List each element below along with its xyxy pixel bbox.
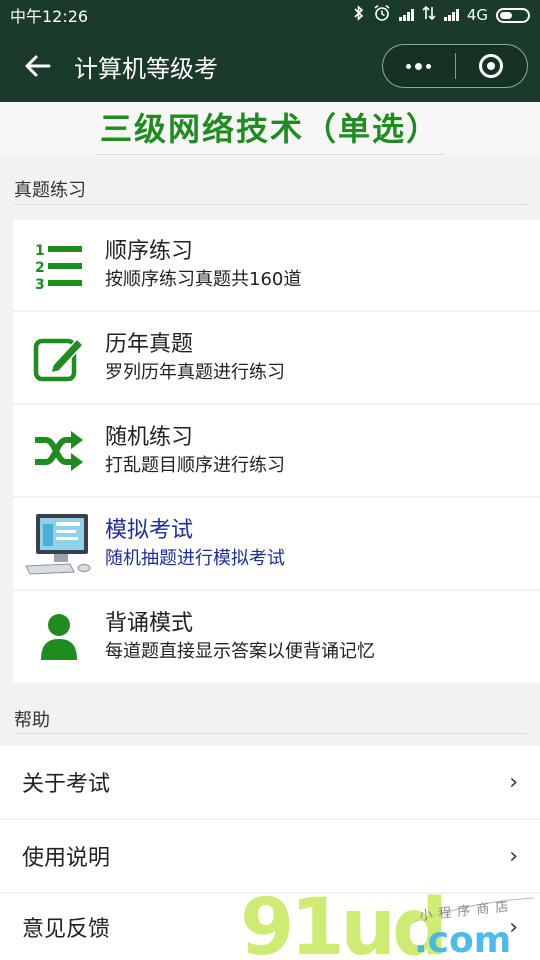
status-time: 中午12:26 [10, 7, 89, 26]
computer-icon [13, 512, 105, 576]
practice-item-memorize[interactable]: 背诵模式 每道题直接显示答案以便背诵记忆 [13, 591, 540, 683]
back-arrow-icon [25, 55, 51, 77]
watermark-logo: 91ud .com 小程序商店 [238, 883, 540, 960]
edit-icon [13, 333, 105, 383]
data-transfer-icon [422, 5, 436, 25]
status-bar: 中午12:26 4G [0, 0, 540, 30]
item-title: 顺序练习 [105, 239, 194, 264]
item-title: 背诵模式 [105, 611, 194, 636]
svg-text:3: 3 [35, 277, 45, 290]
more-dots-icon [406, 62, 432, 70]
signal-icon-2 [443, 9, 459, 21]
shuffle-icon [13, 429, 105, 473]
navigation-bar: 计算机等级考 [0, 30, 540, 102]
item-subtitle: 罗列历年真题进行练习 [105, 361, 285, 383]
more-button[interactable] [383, 44, 455, 88]
target-icon [479, 54, 504, 78]
bluetooth-icon [353, 5, 365, 25]
practice-item-mock-exam[interactable]: 模拟考试 随机抽题进行模拟考试 [13, 498, 540, 589]
banner: 三级网络技术（单选） [0, 102, 540, 156]
help-item-instructions[interactable]: 使用说明 › [0, 820, 540, 892]
exam-title: 三级网络技术（单选） [95, 104, 444, 155]
chevron-right-icon: › [509, 769, 518, 795]
practice-item-sequential[interactable]: 1 2 3 顺序练习 按顺序练习真题共160道 [13, 220, 540, 310]
alarm-icon [373, 4, 391, 26]
section-label-help: 帮助 [14, 710, 50, 731]
practice-item-past-exams[interactable]: 历年真题 罗列历年真题进行练习 [13, 312, 540, 403]
help-item-about-exam[interactable]: 关于考试 › [0, 746, 540, 818]
battery-icon [496, 7, 530, 23]
svg-text:2: 2 [35, 260, 45, 276]
section-label-practice: 真题练习 [14, 180, 86, 201]
item-title: 历年真题 [105, 331, 194, 357]
help-item-label: 使用说明 [22, 846, 111, 871]
svg-text:1: 1 [35, 243, 45, 259]
back-button[interactable] [0, 30, 74, 102]
item-subtitle: 随机抽题进行模拟考试 [105, 547, 285, 569]
chevron-right-icon: › [509, 843, 518, 869]
item-title: 模拟考试 [105, 517, 194, 543]
item-subtitle: 按顺序练习真题共160道 [105, 269, 302, 290]
ordered-list-icon: 1 2 3 [13, 240, 105, 290]
network-type: 4G [466, 6, 488, 24]
item-subtitle: 打乱题目顺序进行练习 [105, 454, 285, 476]
person-icon [13, 613, 105, 661]
help-item-label: 关于考试 [22, 772, 111, 797]
mini-program-capsule [382, 44, 528, 88]
item-title: 随机练习 [105, 424, 194, 450]
watermark-domain: .com [414, 920, 511, 960]
practice-item-random[interactable]: 随机练习 打乱题目顺序进行练习 [13, 405, 540, 496]
item-subtitle: 每道题直接显示答案以便背诵记忆 [105, 641, 375, 662]
signal-icon [398, 9, 414, 21]
close-miniprogram-button[interactable] [456, 44, 528, 88]
